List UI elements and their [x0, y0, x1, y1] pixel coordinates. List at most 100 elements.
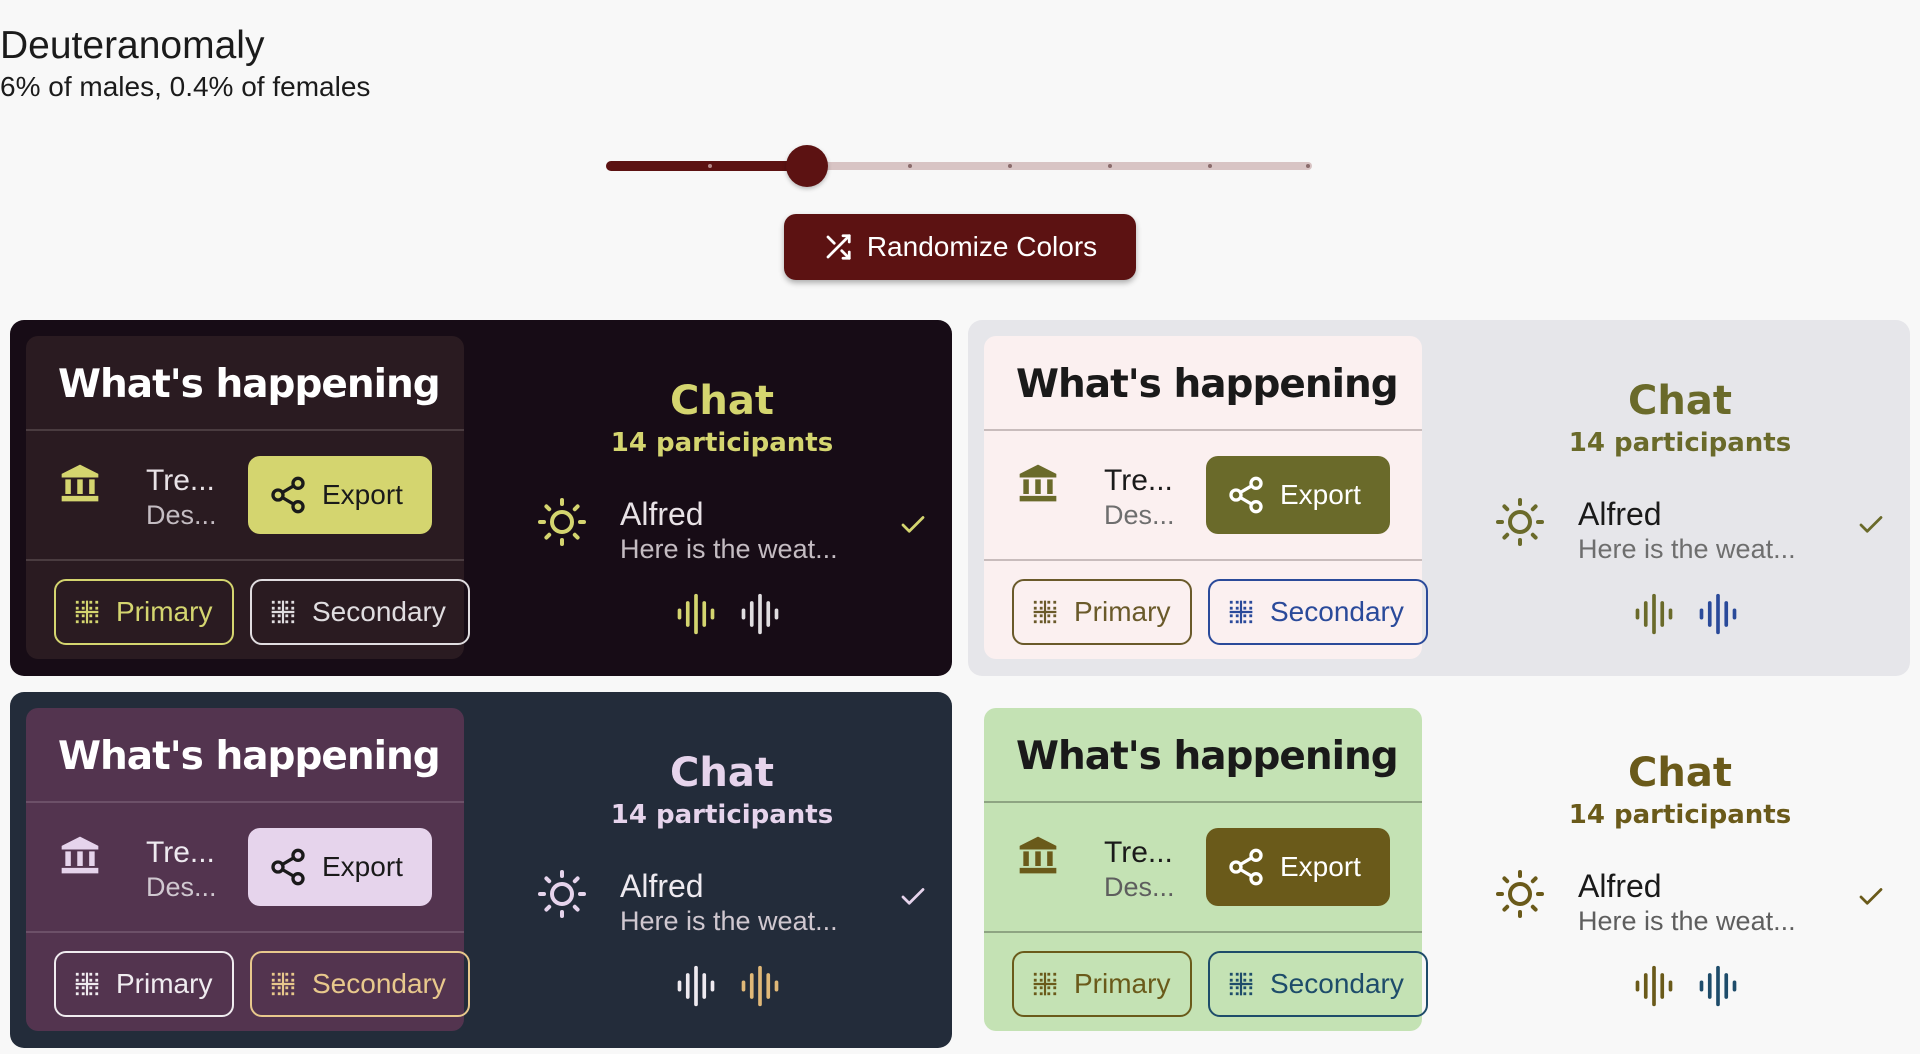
bank-icon — [61, 836, 99, 874]
check-icon — [1859, 888, 1883, 905]
chat-section: Chat 14 participants Alfred Here is the … — [1438, 692, 1910, 1048]
export-label: Export — [322, 851, 403, 882]
chat-message-preview: Here is the weat... — [1578, 906, 1796, 936]
chat-message-preview: Here is the weat... — [620, 906, 838, 936]
chat-participants: 14 participants — [610, 428, 834, 458]
check-icon — [1859, 516, 1883, 533]
slider-tick — [1208, 164, 1212, 168]
export-label: Export — [1280, 851, 1361, 882]
trending-item-description: Des... — [1104, 872, 1175, 902]
chat-sender-name: Alfred — [620, 496, 704, 532]
secondary-chip-label: Secondary — [312, 596, 446, 627]
primary-chip-label: Primary — [116, 596, 213, 627]
divider — [984, 801, 1422, 803]
divider — [984, 429, 1422, 431]
chat-participants: 14 participants — [1568, 428, 1792, 458]
slider-fill — [606, 161, 808, 171]
primary-chip[interactable]: Primary — [1012, 579, 1192, 645]
slider-tick — [1306, 164, 1310, 168]
secondary-chip-label: Secondary — [312, 968, 446, 999]
export-button[interactable]: Export — [1206, 828, 1390, 906]
audio-wave-icon[interactable] — [1696, 592, 1740, 636]
audio-wave-icon[interactable] — [1632, 964, 1676, 1008]
audio-wave-icon[interactable] — [1632, 592, 1676, 636]
slider-tick — [908, 164, 912, 168]
theme-preview-panel: What's happening Tre... Des... Export Pr… — [968, 692, 1910, 1048]
trending-item-description: Des... — [146, 500, 217, 530]
whats-happening-card: What's happening Tre... Des... Export Pr… — [26, 336, 470, 659]
whats-happening-card: What's happening Tre... Des... Export Pr… — [984, 336, 1428, 659]
trending-item-title: Tre... — [1104, 464, 1173, 497]
sun-icon[interactable] — [1496, 498, 1544, 546]
divider — [26, 931, 464, 933]
secondary-chip[interactable]: Secondary — [250, 579, 470, 645]
check-icon — [901, 516, 925, 533]
chat-title: Chat — [1628, 750, 1732, 796]
bank-icon — [1019, 836, 1057, 874]
primary-chip[interactable]: Primary — [1012, 951, 1192, 1017]
audio-wave-icon[interactable] — [674, 592, 718, 636]
grid-dots-icon — [1229, 600, 1253, 624]
whats-happening-card: What's happening Tre... Des... Export Pr… — [984, 708, 1428, 1031]
primary-chip-label: Primary — [1074, 596, 1171, 627]
chat-title: Chat — [670, 378, 774, 424]
theme-preview-panel: What's happening Tre... Des... Export Pr… — [10, 320, 952, 676]
chat-sender-name: Alfred — [620, 868, 704, 904]
grid-dots-icon — [271, 600, 295, 624]
audio-wave-icon[interactable] — [1696, 964, 1740, 1008]
randomize-colors-button[interactable]: Randomize Colors — [784, 214, 1136, 280]
export-button[interactable]: Export — [1206, 456, 1390, 534]
primary-chip-label: Primary — [1074, 968, 1171, 999]
export-button[interactable]: Export — [248, 456, 432, 534]
slider-tick — [1008, 164, 1012, 168]
card-title: What's happening — [1016, 362, 1399, 407]
primary-chip-label: Primary — [116, 968, 213, 999]
grid-dots-icon — [1033, 972, 1057, 996]
secondary-chip[interactable]: Secondary — [250, 951, 470, 1017]
share-icon — [271, 848, 305, 886]
chat-participants: 14 participants — [610, 800, 834, 830]
primary-chip[interactable]: Primary — [54, 951, 234, 1017]
chat-section: Chat 14 participants Alfred Here is the … — [480, 320, 952, 676]
trending-item-description: Des... — [146, 872, 217, 902]
audio-wave-icon[interactable] — [738, 964, 782, 1008]
grid-dots-icon — [75, 972, 99, 996]
theme-preview-panel: What's happening Tre... Des... Export Pr… — [10, 692, 952, 1048]
divider — [26, 801, 464, 803]
trending-item-title: Tre... — [146, 836, 215, 869]
chat-section: Chat 14 participants Alfred Here is the … — [480, 692, 952, 1048]
sun-icon[interactable] — [538, 870, 586, 918]
secondary-chip[interactable]: Secondary — [1208, 579, 1428, 645]
export-button[interactable]: Export — [248, 828, 432, 906]
grid-dots-icon — [75, 600, 99, 624]
audio-wave-icon[interactable] — [738, 592, 782, 636]
chat-sender-name: Alfred — [1578, 496, 1662, 532]
grid-dots-icon — [1033, 600, 1057, 624]
share-icon — [1229, 848, 1263, 886]
check-icon — [901, 888, 925, 905]
whats-happening-card: What's happening Tre... Des... Export Pr… — [26, 708, 470, 1031]
severity-slider[interactable] — [606, 155, 1312, 177]
sun-icon[interactable] — [538, 498, 586, 546]
chat-section: Chat 14 participants Alfred Here is the … — [1438, 320, 1910, 676]
sun-icon[interactable] — [1496, 870, 1544, 918]
grid-dots-icon — [271, 972, 295, 996]
divider — [984, 559, 1422, 561]
divider — [26, 559, 464, 561]
bank-icon — [1019, 464, 1057, 502]
slider-tick — [708, 164, 712, 168]
export-label: Export — [1280, 479, 1361, 510]
secondary-chip[interactable]: Secondary — [1208, 951, 1428, 1017]
page-title: Deuteranomaly — [0, 24, 265, 67]
audio-wave-icon[interactable] — [674, 964, 718, 1008]
chat-message-preview: Here is the weat... — [1578, 534, 1796, 564]
chat-message-preview: Here is the weat... — [620, 534, 838, 564]
chat-title: Chat — [670, 750, 774, 796]
slider-thumb[interactable] — [786, 145, 828, 187]
slider-tick — [1108, 164, 1112, 168]
card-title: What's happening — [58, 734, 441, 779]
secondary-chip-label: Secondary — [1270, 596, 1404, 627]
trending-item-description: Des... — [1104, 500, 1175, 530]
trending-item-title: Tre... — [146, 464, 215, 497]
primary-chip[interactable]: Primary — [54, 579, 234, 645]
